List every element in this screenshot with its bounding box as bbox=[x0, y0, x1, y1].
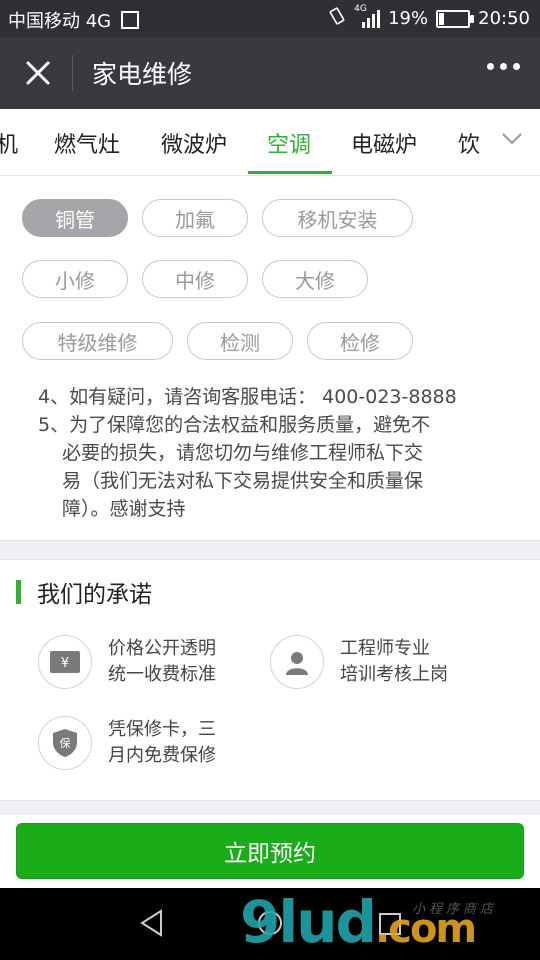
status-bar: 中国移动 4G 4G 19% 20:50 bbox=[0, 0, 540, 37]
promise-item: 工程师专业 培训考核上岗 bbox=[270, 635, 448, 689]
clock: 20:50 bbox=[478, 8, 530, 29]
carrier-label: 中国移动 4G bbox=[8, 7, 139, 33]
top-bar: 家电维修 bbox=[0, 37, 540, 109]
promise-line: 价格公开透明 bbox=[108, 638, 216, 659]
tab-microwave[interactable]: 微波炉 bbox=[161, 127, 227, 159]
note-line: 5、为了保障您的合法权益和服务质量，避免不 bbox=[38, 414, 431, 436]
signal-icon: 4G bbox=[354, 4, 381, 28]
top-bar-divider bbox=[72, 55, 73, 91]
watermark-text: 9lud bbox=[240, 888, 377, 956]
note-line: 4、如有疑问，请咨询客服电话： 400-023-8888 bbox=[38, 386, 457, 408]
promise-line: 工程师专业 bbox=[340, 638, 430, 659]
promise-heading: 我们的承诺 bbox=[16, 577, 152, 608]
back-triangle-icon bbox=[140, 909, 162, 937]
category-tabs: 机 燃气灶 微波炉 空调 电磁炉 饮 bbox=[0, 109, 540, 176]
section-divider bbox=[0, 540, 540, 560]
active-tab-indicator bbox=[248, 171, 332, 174]
promise-line: 培训考核上岗 bbox=[340, 664, 448, 685]
note-line: 必要的损失，请您切勿与维修工程师私下交 bbox=[62, 442, 424, 464]
battery-percent: 19% bbox=[388, 8, 429, 29]
engineer-icon bbox=[270, 635, 324, 689]
chip-copper-pipe[interactable]: 铜管 bbox=[22, 199, 128, 237]
tab-partial-right[interactable]: 饮 bbox=[458, 127, 480, 159]
promise-text: 工程师专业 培训考核上岗 bbox=[340, 636, 448, 688]
promise-title: 我们的承诺 bbox=[37, 582, 152, 608]
promise-line: 月内免费保修 bbox=[108, 745, 216, 766]
close-icon bbox=[26, 61, 50, 85]
network-badge: 4G bbox=[354, 3, 367, 14]
status-right: 4G 19% 20:50 bbox=[328, 4, 530, 30]
warranty-shield-icon: 保 bbox=[38, 716, 92, 770]
promise-item: ¥ 价格公开透明 统一收费标准 bbox=[38, 635, 216, 689]
promise-text: 价格公开透明 统一收费标准 bbox=[108, 636, 216, 688]
promise-text: 凭保修卡，三 月内免费保修 bbox=[108, 717, 216, 769]
chip-major-repair[interactable]: 大修 bbox=[262, 260, 368, 298]
tab-air-conditioner[interactable]: 空调 bbox=[267, 127, 311, 159]
note-line: 易（我们无法对私下交易提供安全和质量保 bbox=[62, 470, 424, 492]
promise-line: 凭保修卡，三 bbox=[108, 719, 216, 740]
tab-induction-cooker[interactable]: 电磁炉 bbox=[351, 127, 417, 159]
back-nav-button[interactable] bbox=[138, 908, 164, 942]
section-divider bbox=[0, 800, 540, 815]
svg-text:保: 保 bbox=[60, 736, 71, 750]
svg-text:¥: ¥ bbox=[61, 656, 69, 671]
book-now-button[interactable]: 立即预约 bbox=[16, 823, 524, 879]
battery-fill bbox=[439, 12, 445, 25]
vibrate-icon bbox=[328, 7, 346, 30]
note-line: 障）。感谢支持 bbox=[62, 498, 186, 520]
service-options: 铜管 加氟 移机安装 小修 中修 大修 特级维修 检测 检修 bbox=[0, 176, 540, 376]
promise-item: 保 凭保修卡，三 月内免费保修 bbox=[38, 716, 216, 770]
chevron-down-icon bbox=[502, 133, 522, 145]
more-dot-icon bbox=[487, 63, 494, 70]
heading-accent-bar bbox=[16, 580, 21, 604]
yen-icon: ¥ bbox=[38, 635, 92, 689]
more-menu-button[interactable] bbox=[487, 63, 520, 70]
image-notification-icon bbox=[120, 11, 139, 29]
expand-tabs-button[interactable] bbox=[502, 131, 522, 145]
chip-overhaul[interactable]: 检修 bbox=[307, 322, 413, 360]
more-dot-icon bbox=[513, 63, 520, 70]
watermark-caption: 小程序商店 bbox=[412, 902, 498, 917]
chip-relocation-install[interactable]: 移机安装 bbox=[262, 199, 413, 237]
more-dot-icon bbox=[500, 63, 507, 70]
chip-minor-repair[interactable]: 小修 bbox=[22, 260, 128, 298]
promise-line: 统一收费标准 bbox=[108, 664, 216, 685]
carrier-text: 中国移动 4G bbox=[8, 11, 112, 32]
tab-gas-stove[interactable]: 燃气灶 bbox=[54, 127, 120, 159]
page-title: 家电维修 bbox=[92, 60, 193, 89]
battery-icon bbox=[436, 9, 475, 28]
chip-add-refrigerant[interactable]: 加氟 bbox=[142, 199, 248, 237]
chip-premium-repair[interactable]: 特级维修 bbox=[22, 322, 173, 360]
tab-partial-left[interactable]: 机 bbox=[0, 127, 18, 159]
service-notes: 4、如有疑问，请咨询客服电话： 400-023-8888 5、为了保障您的合法权… bbox=[38, 383, 508, 523]
chip-inspection[interactable]: 检测 bbox=[187, 322, 293, 360]
chip-medium-repair[interactable]: 中修 bbox=[142, 260, 248, 298]
close-button[interactable] bbox=[20, 55, 56, 91]
